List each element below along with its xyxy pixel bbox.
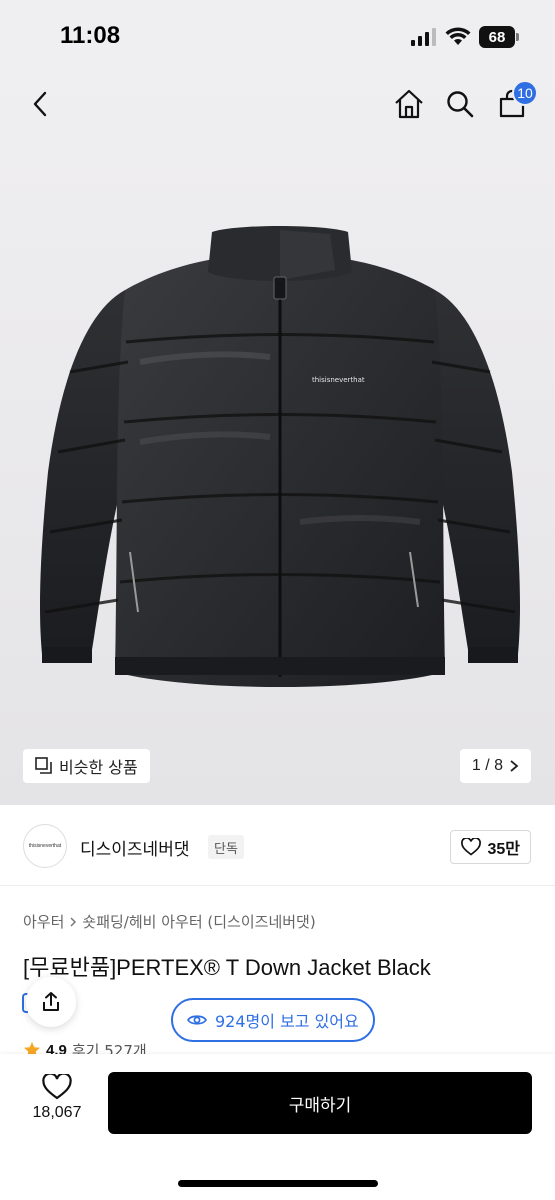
brand-name[interactable]: 디스이즈네버댓 (80, 835, 189, 860)
product-gallery[interactable]: 10 thisisneverthat 비슷한 상품 1 / 8 (0, 72, 555, 805)
viewers-count-pill: 924명이 보고 있어요 (171, 998, 375, 1042)
eye-icon (187, 1015, 207, 1025)
similar-products-button[interactable]: 비슷한 상품 (23, 749, 150, 783)
home-button[interactable] (389, 84, 429, 124)
heart-icon (42, 1074, 72, 1100)
signal-icon (411, 28, 436, 46)
chevron-right-icon (510, 760, 519, 772)
breadcrumb-item[interactable]: 숏패딩/헤비 아우터 (디스이즈네버댓) (82, 911, 315, 932)
brand-like-count: 35만 (487, 841, 520, 858)
chevron-left-icon (33, 91, 47, 117)
top-nav: 10 (0, 72, 555, 136)
wifi-icon (445, 27, 471, 45)
battery-icon: 68 (479, 26, 519, 48)
breadcrumb: 아우터 숏패딩/헤비 아우터 (디스이즈네버댓) (23, 911, 316, 932)
battery-level: 68 (479, 26, 515, 48)
share-button[interactable] (26, 977, 76, 1027)
favorite-button[interactable]: 18,067 (22, 1074, 92, 1122)
similar-products-label: 비슷한 상품 (59, 758, 138, 777)
brand-logo-text: thisisneverthat (28, 843, 62, 849)
buy-button[interactable]: 구매하기 (108, 1072, 532, 1134)
brand-logo[interactable]: thisisneverthat (23, 824, 67, 868)
cart-button[interactable]: 10 (492, 80, 538, 124)
home-indicator (178, 1180, 378, 1187)
image-page-indicator[interactable]: 1 / 8 (459, 749, 531, 783)
favorite-count: 18,067 (32, 1104, 82, 1121)
search-icon (447, 91, 474, 118)
back-button[interactable] (20, 84, 60, 124)
exclusive-tag: 단독 (208, 835, 244, 859)
chevron-right-icon (70, 916, 77, 927)
product-image: thisisneverthat (40, 226, 520, 687)
status-bar: 11:08 68 (0, 0, 555, 72)
share-icon (43, 992, 59, 1011)
copy-icon (35, 757, 52, 774)
cart-count-badge: 10 (512, 80, 538, 106)
page-indicator-text: 1 / 8 (471, 757, 503, 774)
bottom-action-bar: 18,067 구매하기 (0, 1054, 555, 1200)
brand-like-button[interactable]: 35만 (450, 830, 531, 864)
brand-row[interactable]: thisisneverthat 디스이즈네버댓 단독 35만 (0, 806, 555, 886)
home-icon (395, 89, 423, 119)
jacket-logo: thisisneverthat (312, 376, 365, 384)
search-button[interactable] (440, 84, 480, 124)
product-title: [무료반품]PERTEX® T Down Jacket Black (23, 955, 431, 980)
heart-icon (461, 838, 482, 856)
viewers-label: 924명이 보고 있어요 (215, 1012, 359, 1031)
breadcrumb-item[interactable]: 아우터 (23, 911, 64, 932)
status-icons: 68 (411, 26, 519, 48)
status-time: 11:08 (60, 22, 121, 49)
